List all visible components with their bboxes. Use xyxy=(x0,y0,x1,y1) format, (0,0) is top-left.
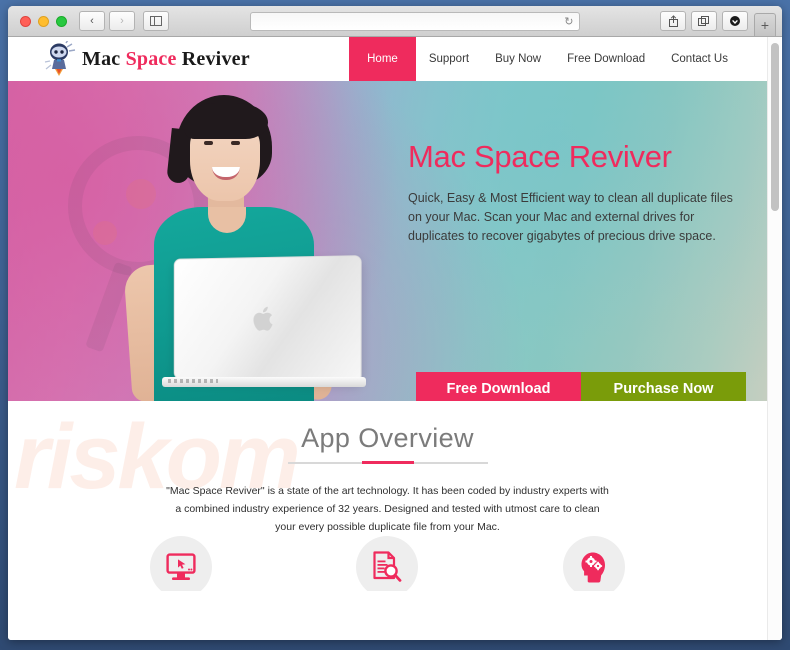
hero-copy: Mac Space Reviver Quick, Easy & Most Eff… xyxy=(408,139,738,246)
hero-title: Mac Space Reviver xyxy=(408,139,672,174)
hero-banner: Mac Space Reviver Quick, Easy & Most Eff… xyxy=(8,81,767,401)
nav-item-contact-us[interactable]: Contact Us xyxy=(658,37,741,81)
document-search-icon xyxy=(373,551,402,582)
close-window-button[interactable] xyxy=(20,15,31,27)
window-controls xyxy=(20,15,67,27)
macbook-laptop xyxy=(173,255,362,383)
downloads-button[interactable] xyxy=(722,11,748,31)
overview-heading: App Overview xyxy=(301,423,474,453)
apple-logo-icon xyxy=(253,306,273,331)
hero-subtitle: Quick, Easy & Most Efficient way to clea… xyxy=(408,191,733,243)
person-right-eye xyxy=(231,141,240,145)
feature-item[interactable] xyxy=(562,536,625,591)
overview-divider xyxy=(287,462,488,464)
laptop-ports xyxy=(168,379,218,383)
logo-text: Mac Space Reviver xyxy=(82,48,250,71)
rocket-mascot-icon xyxy=(44,39,78,77)
page-viewport: Mac Space Reviver Home Support Buy Now F… xyxy=(8,37,782,640)
maximize-window-button[interactable] xyxy=(56,15,67,27)
sidebar-toggle-button[interactable] xyxy=(143,11,169,31)
site-logo[interactable]: Mac Space Reviver xyxy=(8,37,250,81)
back-button[interactable]: ‹ xyxy=(79,11,105,31)
web-page: Mac Space Reviver Home Support Buy Now F… xyxy=(8,37,767,640)
new-tab-button[interactable]: + xyxy=(754,12,776,36)
free-download-button[interactable]: Free Download xyxy=(416,372,581,401)
forward-button[interactable]: › xyxy=(109,11,135,31)
monitor-cursor-icon xyxy=(166,553,196,581)
show-tabs-button[interactable] xyxy=(691,11,717,31)
logo-text-part2: Space xyxy=(125,47,182,70)
reload-icon[interactable]: ↻ xyxy=(564,16,573,28)
feature-item[interactable] xyxy=(150,536,213,591)
main-navigation: Home Support Buy Now Free Download Conta… xyxy=(349,37,767,81)
hero-person-image xyxy=(104,89,404,401)
overview-body-text: "Mac Space Reviver" is a state of the ar… xyxy=(166,485,609,534)
browser-toolbar: ‹ › ↻ + xyxy=(8,6,782,37)
logo-text-part3: Reviver xyxy=(181,47,250,70)
person-fringe xyxy=(184,103,268,139)
navigation-buttons: ‹ › xyxy=(79,11,135,31)
page-scrollbar[interactable] xyxy=(767,37,781,640)
feature-icon-circle xyxy=(150,536,213,591)
nav-item-home[interactable]: Home xyxy=(349,37,416,81)
person-left-eye xyxy=(204,141,213,145)
tabs-icon xyxy=(698,15,709,26)
toolbar-right-buttons xyxy=(660,11,748,31)
nav-item-support[interactable]: Support xyxy=(416,37,482,81)
purchase-now-button[interactable]: Purchase Now xyxy=(581,372,746,401)
hero-cta-row: Free Download Purchase Now xyxy=(416,372,746,401)
head-gears-icon xyxy=(581,552,605,583)
address-bar-container: ↻ xyxy=(169,11,660,31)
scrollbar-thumb[interactable] xyxy=(771,43,779,211)
share-button[interactable] xyxy=(660,11,686,31)
minimize-window-button[interactable] xyxy=(38,15,49,27)
browser-window: ‹ › ↻ + Mac Space Reviver Home Support B… xyxy=(8,6,782,640)
desktop-background: ‹ › ↻ + Mac Space Reviver Home Support B… xyxy=(0,0,790,650)
address-bar[interactable]: ↻ xyxy=(249,11,580,31)
sidebar-icon xyxy=(150,16,162,26)
feature-icon-circle xyxy=(356,536,419,591)
site-header: Mac Space Reviver Home Support Buy Now F… xyxy=(8,37,767,81)
download-icon xyxy=(730,16,740,26)
feature-icon-circle xyxy=(562,536,625,591)
nav-item-buy-now[interactable]: Buy Now xyxy=(482,37,554,81)
feature-item[interactable] xyxy=(356,536,419,591)
nav-item-free-download[interactable]: Free Download xyxy=(554,37,658,81)
share-icon xyxy=(668,15,678,27)
feature-icons-row xyxy=(8,536,767,591)
logo-text-part1: Mac xyxy=(82,47,126,70)
app-overview-section: riskom App Overview "Mac Space Reviver" … xyxy=(8,401,767,591)
